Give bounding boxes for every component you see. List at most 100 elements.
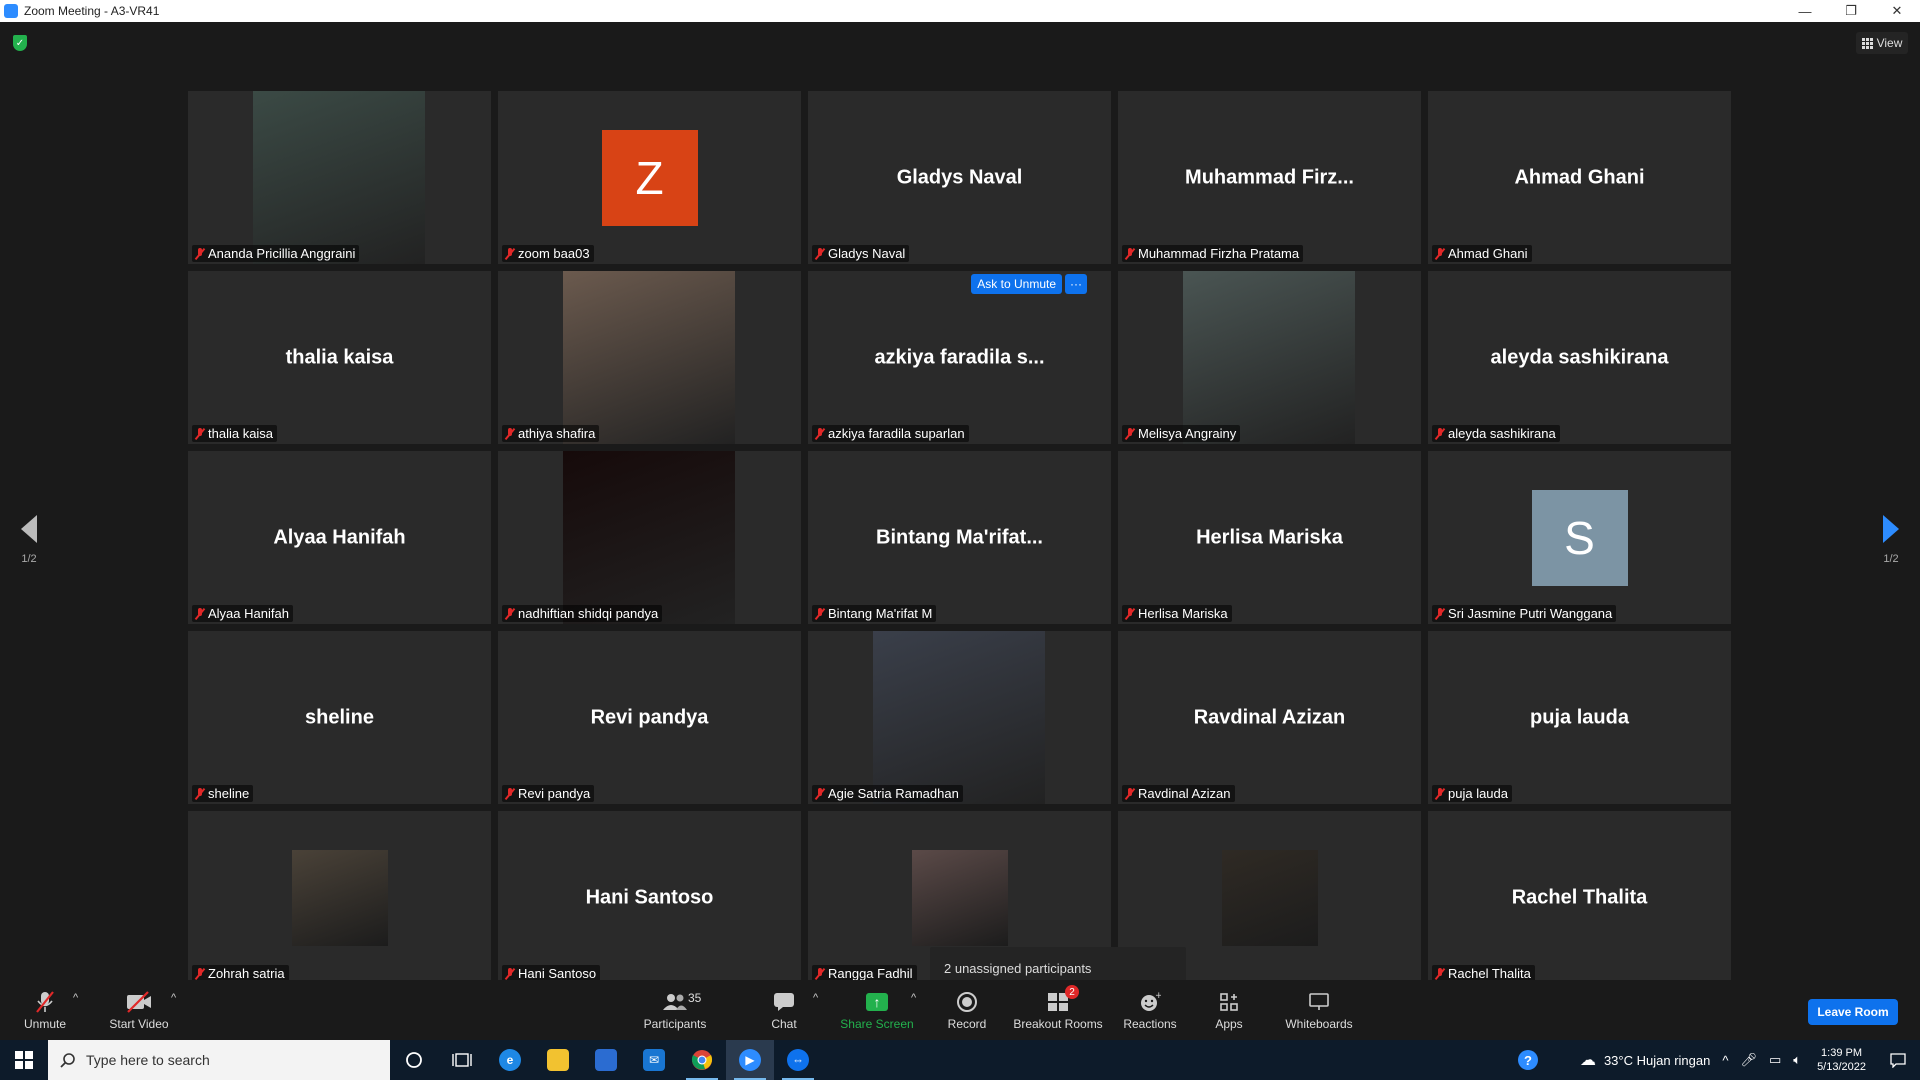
- participant-tile[interactable]: Hani Santoso Hani Santoso: [498, 811, 801, 984]
- more-options-button[interactable]: ···: [1065, 274, 1087, 294]
- view-button[interactable]: View: [1856, 32, 1908, 54]
- participant-tile[interactable]: Alyaa Hanifah Alyaa Hanifah: [188, 451, 491, 624]
- taskbar-clock[interactable]: 1:39 PM 5/13/2022: [1807, 1046, 1876, 1074]
- search-icon: [60, 1053, 75, 1068]
- participants-icon: 35: [662, 989, 701, 1015]
- share-screen-label: Share Screen: [840, 1017, 914, 1031]
- start-video-button[interactable]: Start Video: [104, 980, 174, 1040]
- microphone-muted-icon: [506, 247, 514, 260]
- participant-video: [873, 631, 1045, 804]
- participant-tile[interactable]: Ravdinal Azizan Ravdinal Azizan: [1118, 631, 1421, 804]
- apps-icon: [1219, 989, 1239, 1015]
- participant-tile[interactable]: Muhammad Firz... Muhammad Firzha Pratama: [1118, 91, 1421, 264]
- mail-app-button[interactable]: ✉: [630, 1040, 678, 1080]
- reactions-button[interactable]: + Reactions: [1122, 980, 1178, 1040]
- participant-name: Ravdinal Azizan: [1138, 786, 1231, 801]
- participant-tile[interactable]: puja lauda puja lauda: [1428, 631, 1731, 804]
- breakout-rooms-icon: 2: [1047, 985, 1079, 1015]
- participant-tile[interactable]: aleyda sashikirana aleyda sashikirana: [1428, 271, 1731, 444]
- participant-name-label: aleyda sashikirana: [1432, 425, 1560, 442]
- close-button[interactable]: ✕: [1874, 0, 1920, 22]
- share-screen-button[interactable]: ↑ Share Screen: [840, 980, 914, 1040]
- store-bag-icon: [595, 1049, 617, 1071]
- share-options-caret-icon[interactable]: ^: [911, 992, 916, 1004]
- participant-tile[interactable]: Herlisa Mariska Herlisa Mariska: [1118, 451, 1421, 624]
- ask-to-unmute-button[interactable]: Ask to Unmute: [971, 274, 1062, 294]
- participant-name: Alyaa Hanifah: [208, 606, 289, 621]
- audio-options-caret-icon[interactable]: ^: [73, 992, 78, 1004]
- participant-tile[interactable]: Revi pandya Revi pandya: [498, 631, 801, 804]
- file-explorer-app-button[interactable]: [534, 1040, 582, 1080]
- zoom-app-button[interactable]: ▶: [726, 1040, 774, 1080]
- participant-tile[interactable]: Ahmad Ghani Ahmad Ghani: [1428, 91, 1731, 264]
- microphone-muted-icon: [816, 967, 824, 980]
- whiteboards-button[interactable]: Whiteboards: [1284, 980, 1354, 1040]
- microphone-muted-icon: [1436, 427, 1444, 440]
- participant-display-name: Muhammad Firz...: [1185, 166, 1354, 188]
- participant-tile[interactable]: azkiya faradila s... Ask to Unmute ··· azki…: [808, 271, 1111, 444]
- taskbar-search-box[interactable]: Type here to search: [48, 1040, 390, 1080]
- participant-display-name: sheline: [305, 706, 374, 728]
- microphone-muted-icon: [196, 427, 204, 440]
- breakout-rooms-badge: 2: [1065, 985, 1079, 999]
- apps-button[interactable]: Apps: [1214, 980, 1244, 1040]
- microphone-tray-icon[interactable]: 🎤︎: [1734, 1040, 1763, 1080]
- participant-name-label: puja lauda: [1432, 785, 1512, 802]
- microphone-muted-icon: [1436, 967, 1444, 980]
- participant-tile[interactable]: Gladys Naval Gladys Naval: [808, 91, 1111, 264]
- leave-room-button[interactable]: Leave Room: [1808, 999, 1898, 1025]
- participant-profile-picture: [911, 849, 1008, 946]
- folder-icon: [547, 1049, 569, 1071]
- participant-name: azkiya faradila suparlan: [828, 426, 965, 441]
- chat-button[interactable]: Chat: [764, 980, 804, 1040]
- participant-tile[interactable]: Bintang Ma'rifat... Bintang Ma'rifat M: [808, 451, 1111, 624]
- breakout-rooms-button[interactable]: 2 Breakout Rooms: [1013, 980, 1103, 1040]
- participant-tile[interactable]: Rachel Thalita Rachel Thalita: [1428, 811, 1731, 984]
- chrome-app-button[interactable]: [678, 1040, 726, 1080]
- next-page-button[interactable]: 1/2: [1876, 515, 1906, 565]
- participant-display-name: Hani Santoso: [585, 886, 714, 908]
- chat-options-caret-icon[interactable]: ^: [813, 992, 818, 1004]
- notifications-button[interactable]: [1876, 1040, 1920, 1080]
- task-view-button[interactable]: [438, 1040, 486, 1080]
- video-options-caret-icon[interactable]: ^: [171, 992, 176, 1004]
- window-controls: — ❐ ✕: [1782, 0, 1920, 22]
- participants-button[interactable]: 35 Participants: [640, 980, 710, 1040]
- security-shield-icon[interactable]: ✓: [13, 35, 27, 51]
- help-button[interactable]: ?: [1512, 1040, 1544, 1080]
- cortana-button[interactable]: [390, 1040, 438, 1080]
- participant-name: Rangga Fadhil: [828, 966, 913, 981]
- record-button[interactable]: Record: [946, 980, 988, 1040]
- previous-page-button[interactable]: 1/2: [14, 515, 44, 565]
- participant-display-name: puja lauda: [1530, 706, 1629, 728]
- network-icon[interactable]: ▭: [1763, 1040, 1787, 1080]
- weather-widget[interactable]: ☁ 33°C Hujan ringan: [1574, 1040, 1716, 1080]
- restore-button[interactable]: ❐: [1828, 0, 1874, 22]
- unmute-button[interactable]: Unmute: [20, 980, 70, 1040]
- store-app-button[interactable]: [582, 1040, 630, 1080]
- participant-tile[interactable]: S Sri Jasmine Putri Wanggana: [1428, 451, 1731, 624]
- arrow-left-icon: [21, 515, 37, 543]
- participant-tile[interactable]: thalia kaisa thalia kaisa: [188, 271, 491, 444]
- participant-avatar: Z: [601, 129, 698, 226]
- show-hidden-icons-button[interactable]: ^: [1716, 1040, 1734, 1080]
- participant-tile[interactable]: athiya shafira: [498, 271, 801, 444]
- meeting-area: ✓ View 1/2 1/2 Ananda Pricillia Anggrain…: [0, 22, 1920, 989]
- participant-tile[interactable]: Zzoom baa03: [498, 91, 801, 264]
- participant-display-name: thalia kaisa: [285, 346, 394, 368]
- participant-tile[interactable]: Agie Satria Ramadhan: [808, 631, 1111, 804]
- participant-tile[interactable]: Zohrah satria: [188, 811, 491, 984]
- edge-app-button[interactable]: e: [486, 1040, 534, 1080]
- arrow-right-icon: [1883, 515, 1899, 543]
- volume-icon[interactable]: 🔈︎: [1787, 1040, 1807, 1080]
- start-button[interactable]: [0, 1040, 48, 1080]
- participant-tile[interactable]: Melisya Angrainy: [1118, 271, 1421, 444]
- participant-tile[interactable]: nadhiftian shidqi pandya: [498, 451, 801, 624]
- participant-name: Ahmad Ghani: [1448, 246, 1528, 261]
- participant-tile[interactable]: sheline sheline: [188, 631, 491, 804]
- teamviewer-app-button[interactable]: ⇔: [774, 1040, 822, 1080]
- notification-icon: [1890, 1053, 1906, 1068]
- participant-tile[interactable]: Ananda Pricillia Anggraini: [188, 91, 491, 264]
- zoom-camera-icon: ▶: [739, 1049, 761, 1071]
- minimize-button[interactable]: —: [1782, 0, 1828, 22]
